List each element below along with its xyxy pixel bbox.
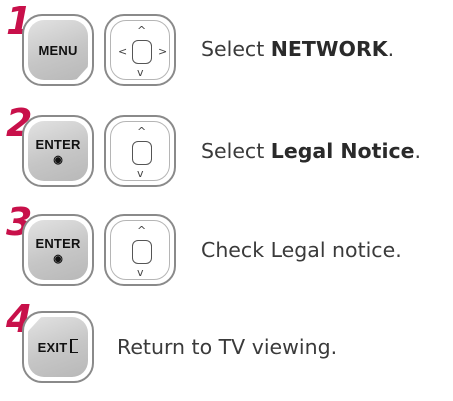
step-instruction: Return to TV viewing. [117, 335, 338, 359]
exit-button: EXIT [22, 311, 94, 383]
enter-dot-icon: ◉ [53, 252, 63, 265]
exit-key-label: EXIT [38, 339, 79, 355]
step-instruction: Select Legal Notice. [201, 139, 422, 163]
enter-button: ENTER ◉ [22, 115, 94, 187]
step-4: 4 EXIT Return to TV viewing. [0, 0, 453, 383]
navigation-updown-icon: ^ v [104, 214, 176, 286]
down-arrow-icon: v [137, 266, 144, 279]
enter-dot-icon: ◉ [53, 153, 63, 166]
ok-center-icon [132, 141, 152, 165]
enter-key-label: ENTER [35, 136, 81, 152]
up-arrow-icon: ^ [137, 125, 147, 138]
down-arrow-icon: v [137, 167, 144, 180]
enter-key-label: ENTER [35, 235, 81, 251]
step-instruction: Check Legal notice. [201, 238, 402, 262]
navigation-updown-icon: ^ v [104, 115, 176, 187]
menu-item-legal-notice: Legal Notice [270, 139, 415, 163]
ok-center-icon [132, 240, 152, 264]
up-arrow-icon: ^ [137, 224, 147, 237]
enter-button: ENTER ◉ [22, 214, 94, 286]
exit-door-icon [70, 339, 79, 353]
